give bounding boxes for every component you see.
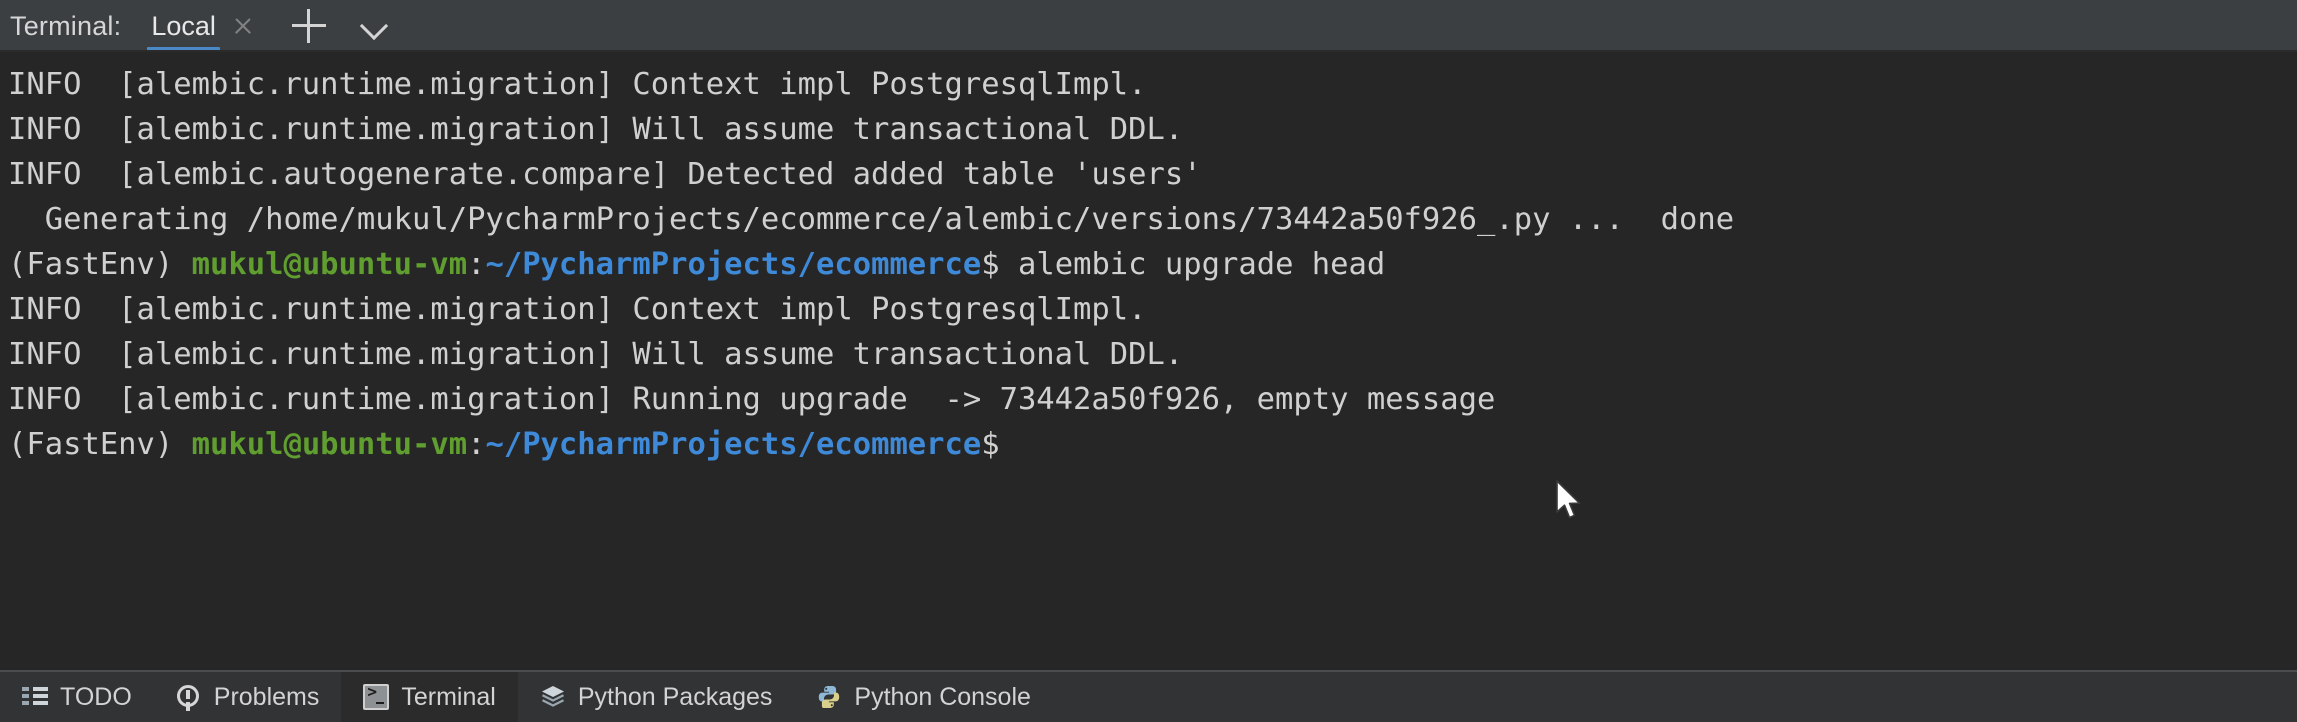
terminal-text-segment: ~/PycharmProjects/ecommerce [485,427,982,462]
tool-window-button-label: Python Packages [577,682,773,711]
terminal-text-segment: $ alembic upgrade head [981,247,1386,282]
terminal-prompt-line: (FastEnv) mukul@ubuntu-vm:~/PycharmProje… [8,422,2297,467]
terminal-prompt-line: (FastEnv) mukul@ubuntu-vm:~/PycharmProje… [8,242,2297,287]
plus-icon[interactable] [291,9,326,43]
terminal-tab-local[interactable]: Local [143,0,260,52]
tool-window-button-label: Python Console [854,682,1031,711]
python-logo-icon [816,684,842,710]
terminal-text-segment: INFO [alembic.runtime.migration] Context… [8,292,1147,327]
terminal-text-segment: $ [981,427,1000,462]
tool-window-label: Terminal: [10,10,122,41]
tool-window-bar: TODO Problems Terminal Python Packages Pytho… [0,670,2297,722]
layers-icon [540,684,566,710]
terminal-tool-window: Terminal: Local INFO [alembic.runtime.mi… [0,0,2297,722]
tool-window-button-label: Problems [213,682,320,711]
terminal-icon [363,682,390,710]
terminal-text-segment: INFO [alembic.autogenerate.compare] Dete… [8,157,1202,192]
tool-window-button-todo[interactable]: TODO [0,672,154,722]
terminal-output-line: INFO [alembic.runtime.migration] Context… [8,62,2297,107]
terminal-text-segment: mukul@ubuntu-vm [191,247,468,282]
terminal-text-segment: INFO [alembic.runtime.migration] Will as… [8,337,1184,372]
terminal-text-segment: INFO [alembic.runtime.migration] Will as… [8,112,1184,147]
tool-window-button-python-console[interactable]: Python Console [794,672,1053,722]
terminal-text-segment: : [467,247,486,282]
terminal-text-segment: INFO [alembic.runtime.migration] Context… [8,67,1147,102]
tool-window-button-label: Terminal [401,682,496,711]
warning-circle-icon [176,684,202,710]
tool-window-button-terminal[interactable]: Terminal [341,672,518,722]
terminal-text-segment: : [467,427,486,462]
terminal-output-line: INFO [alembic.runtime.migration] Will as… [8,332,2297,377]
terminal-text-segment: mukul@ubuntu-vm [191,427,468,462]
terminal-output-line: INFO [alembic.runtime.migration] Running… [8,377,2297,422]
terminal-tab-strip: Terminal: Local [0,0,2297,52]
terminal-text-segment: INFO [alembic.runtime.migration] Running… [8,382,1496,417]
terminal-text-segment: ~/PycharmProjects/ecommerce [485,247,982,282]
tool-window-button-label: TODO [60,682,132,711]
chevron-down-icon[interactable] [360,11,390,41]
close-icon[interactable] [232,15,254,37]
terminal-output-line: Generating /home/mukul/PycharmProjects/e… [8,197,2297,242]
todo-list-icon [22,684,48,710]
mouse-pointer-icon [1556,480,1581,519]
terminal-output-line: INFO [alembic.autogenerate.compare] Dete… [8,152,2297,197]
terminal-text-segment: Generating /home/mukul/PycharmProjects/e… [8,202,1735,237]
terminal-text-segment: (FastEnv) [8,247,192,282]
tool-window-button-problems[interactable]: Problems [154,672,342,722]
tool-window-button-python-packages[interactable]: Python Packages [518,672,795,722]
terminal-text-segment: (FastEnv) [8,427,192,462]
terminal-output-line: INFO [alembic.runtime.migration] Will as… [8,107,2297,152]
terminal-tab-label: Local [151,10,216,41]
terminal-output-line: INFO [alembic.runtime.migration] Context… [8,287,2297,332]
terminal-output[interactable]: INFO [alembic.runtime.migration] Context… [0,52,2297,670]
